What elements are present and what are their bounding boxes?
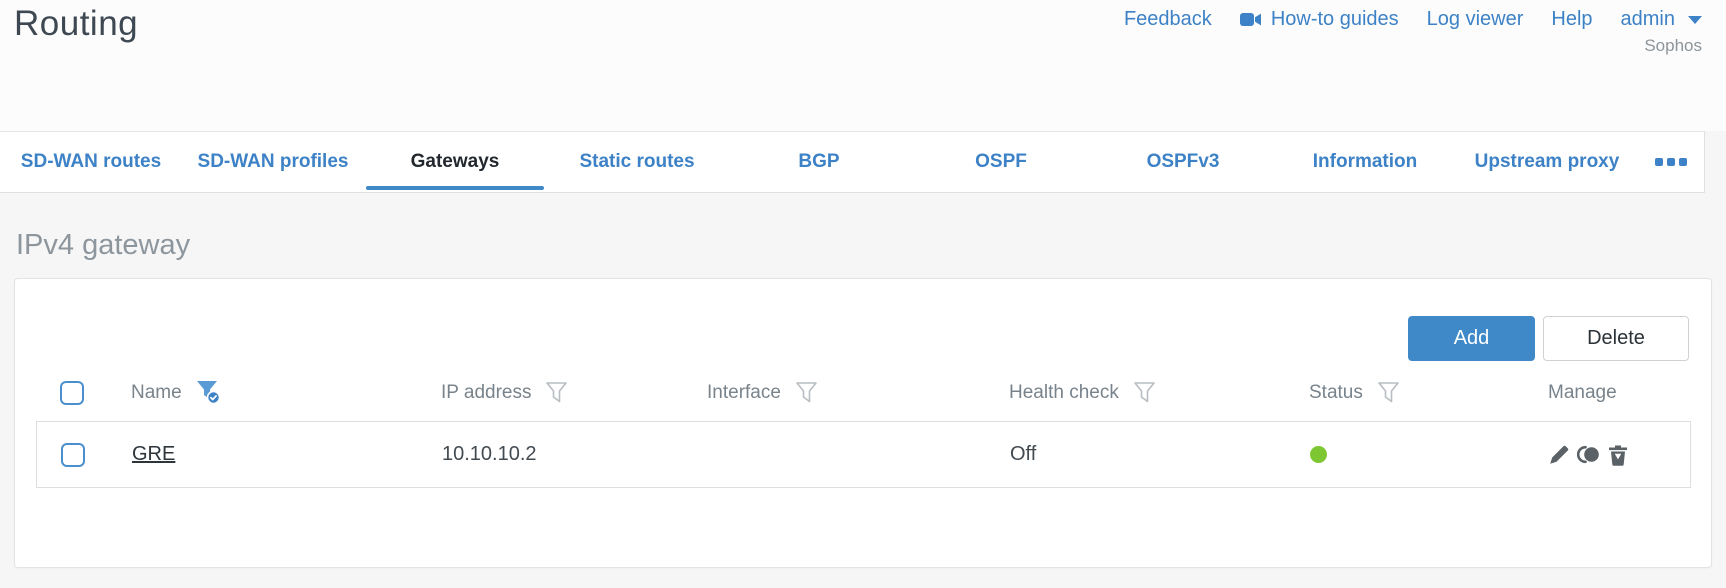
help-label: Help: [1551, 8, 1593, 30]
user-label: admin: [1620, 8, 1675, 30]
tab-ospf[interactable]: OSPF: [910, 132, 1092, 192]
top-header: Routing Feedback How-to guides Log viewe…: [0, 0, 1726, 131]
ellipsis-icon: [1655, 158, 1663, 166]
filter-icon[interactable]: [795, 381, 818, 404]
column-label-manage: Manage: [1548, 381, 1617, 403]
feedback-link[interactable]: Feedback: [1124, 8, 1212, 31]
caret-down-icon: [1688, 15, 1702, 24]
add-button[interactable]: Add: [1408, 316, 1535, 361]
manage-icons: [1549, 444, 1628, 466]
select-all-cell: [36, 380, 106, 405]
user-menu[interactable]: admin: [1621, 8, 1702, 31]
column-label-health-check: Health check: [1009, 381, 1119, 403]
edit-icon[interactable]: [1549, 444, 1570, 465]
howto-guides-link[interactable]: How-to guides: [1239, 8, 1399, 31]
video-camera-icon: [1239, 12, 1262, 27]
column-label-interface: Interface: [707, 381, 781, 403]
table-header-row: Name IP address Interface Health check S…: [36, 364, 1691, 421]
tab-bar: SD-WAN routes SD-WAN profiles Gateways S…: [0, 131, 1705, 193]
column-label-name: Name: [131, 381, 182, 403]
feedback-label: Feedback: [1123, 8, 1212, 30]
column-header-manage: Manage: [1523, 382, 1691, 404]
table-row: GRE 10.10.10.2 Off: [37, 422, 1690, 487]
table-body: GRE 10.10.10.2 Off: [36, 421, 1691, 488]
help-link[interactable]: Help: [1551, 8, 1592, 31]
column-header-interface: Interface: [682, 381, 984, 404]
more-tabs-button[interactable]: [1638, 132, 1704, 192]
column-header-ip-address: IP address: [416, 381, 682, 404]
log-viewer-link[interactable]: Log viewer: [1427, 8, 1524, 31]
tab-bgp[interactable]: BGP: [728, 132, 910, 192]
tab-sdwan-profiles[interactable]: SD-WAN profiles: [182, 132, 364, 192]
column-label-ip-address: IP address: [441, 381, 532, 403]
log-viewer-label: Log viewer: [1426, 8, 1524, 30]
tab-static-routes[interactable]: Static routes: [546, 132, 728, 192]
row-checkbox[interactable]: [61, 442, 85, 467]
select-all-checkbox[interactable]: [60, 380, 84, 405]
filter-icon[interactable]: [545, 381, 568, 404]
filter-active-icon[interactable]: [196, 380, 222, 405]
page-title: Routing: [14, 4, 139, 43]
name-cell: GRE: [107, 443, 417, 466]
toolbar: Add Delete: [1408, 316, 1689, 361]
column-label-status: Status: [1309, 381, 1363, 403]
tab-information[interactable]: Information: [1274, 132, 1456, 192]
health-check-cell: Off: [985, 443, 1285, 466]
gateway-name-link[interactable]: GRE: [132, 443, 175, 466]
health-check-value: Off: [1010, 443, 1037, 465]
status-cell: [1285, 446, 1524, 463]
tab-upstream-proxy[interactable]: Upstream proxy: [1456, 132, 1638, 192]
ip-address-value: 10.10.10.2: [442, 443, 537, 465]
status-up-dot: [1310, 446, 1327, 463]
column-header-status: Status: [1284, 381, 1523, 404]
filter-icon[interactable]: [1133, 381, 1156, 404]
tab-ospfv3[interactable]: OSPFv3: [1092, 132, 1274, 192]
section-heading: IPv4 gateway: [16, 229, 191, 261]
top-nav: Feedback How-to guides Log viewer Help a…: [1124, 8, 1702, 31]
howto-guides-label: How-to guides: [1270, 8, 1399, 30]
manage-cell: [1524, 444, 1690, 466]
brand-label: Sophos: [1644, 36, 1702, 55]
column-header-health-check: Health check: [984, 381, 1284, 404]
tab-sdwan-routes[interactable]: SD-WAN routes: [0, 132, 182, 192]
ip-address-cell: 10.10.10.2: [417, 443, 683, 466]
row-select-cell: [37, 442, 107, 467]
delete-icon[interactable]: [1608, 444, 1628, 466]
delete-button[interactable]: Delete: [1543, 316, 1689, 361]
column-header-name: Name: [106, 380, 416, 405]
gateway-panel: Add Delete Name IP address Interface Hea…: [14, 278, 1712, 568]
filter-icon[interactable]: [1377, 381, 1400, 404]
tab-gateways[interactable]: Gateways: [364, 132, 546, 192]
clone-icon[interactable]: [1577, 444, 1601, 465]
